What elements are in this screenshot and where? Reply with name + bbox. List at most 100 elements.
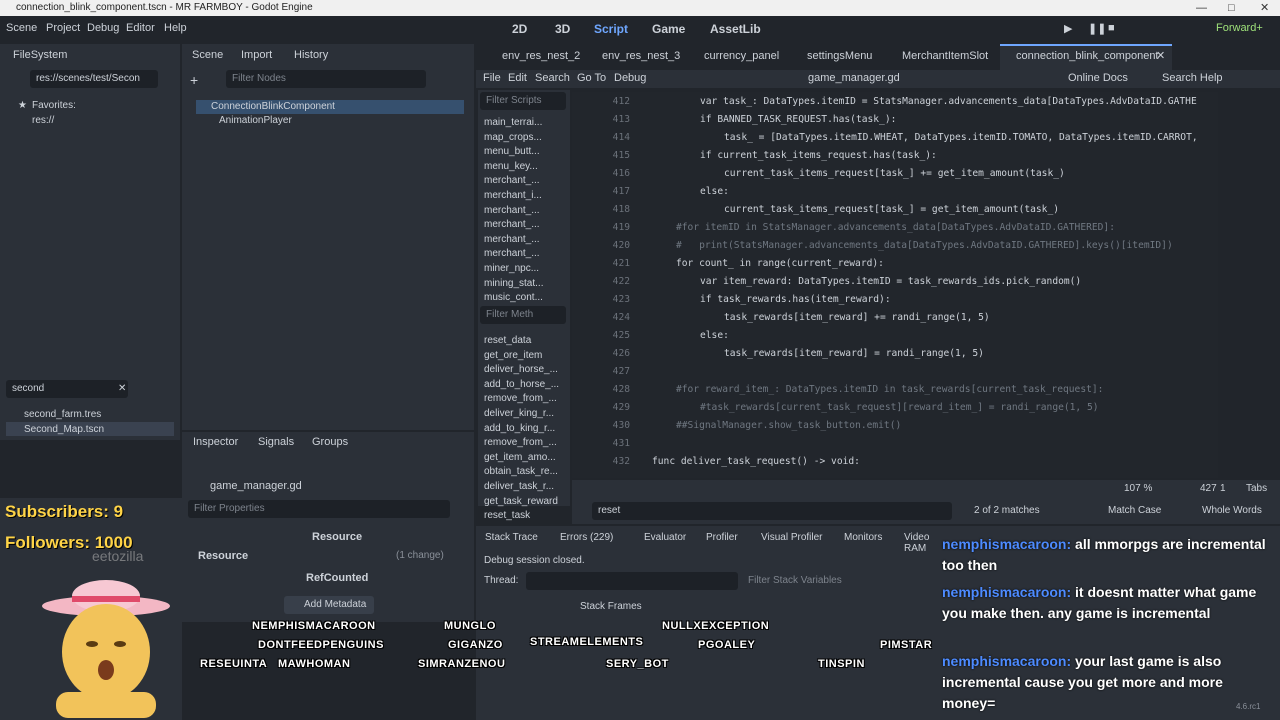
method-list-item[interactable]: reset_task xyxy=(484,510,562,521)
online-docs-link[interactable]: Online Docs xyxy=(1068,72,1128,84)
tab-errors[interactable]: Errors (229) xyxy=(560,532,613,543)
code-line[interactable]: for count_ in range(current_reward): xyxy=(676,258,884,269)
code-line[interactable]: #for reward_item_: DataTypes.itemID in t… xyxy=(676,384,1103,395)
zoom-level[interactable]: 107 % xyxy=(1124,483,1152,494)
script-tab-currency-panel[interactable]: currency_panel xyxy=(704,50,779,62)
menu-project[interactable]: Project xyxy=(46,22,80,34)
method-list-item[interactable]: remove_from_... xyxy=(484,437,562,448)
code-line[interactable]: func deliver_task_request() -> void: xyxy=(652,456,860,467)
tab-visual-profiler[interactable]: Visual Profiler xyxy=(761,532,823,543)
workspace-script[interactable]: Script xyxy=(594,22,628,36)
filter-properties-input[interactable]: Filter Properties xyxy=(188,500,450,518)
script-menu-debug[interactable]: Debug xyxy=(614,72,646,84)
script-list-item[interactable]: menu_key... xyxy=(484,161,556,172)
script-tab-env-res-nest-3[interactable]: env_res_nest_3 xyxy=(602,50,680,62)
code-line[interactable]: var item_reward: DataTypes.itemID = task… xyxy=(700,276,1081,287)
tab-history[interactable]: History xyxy=(294,49,328,61)
inspected-file[interactable]: game_manager.gd xyxy=(210,480,302,492)
menu-help[interactable]: Help xyxy=(164,22,187,34)
code-line[interactable]: ##SignalManager.show_task_button.emit() xyxy=(676,420,901,431)
close-tab-icon[interactable]: ✕ xyxy=(1156,49,1165,62)
workspace-3d[interactable]: 3D xyxy=(555,22,570,36)
method-list-item[interactable]: get_item_amo... xyxy=(484,452,562,463)
filter-methods-input[interactable]: Filter Meth xyxy=(480,306,566,324)
code-line[interactable]: task_ = [DataTypes.itemID.WHEAT, DataTyp… xyxy=(724,132,1198,143)
filter-nodes-input[interactable]: Filter Nodes xyxy=(226,70,426,88)
maximize-icon[interactable]: □ xyxy=(1228,0,1235,16)
method-list-item[interactable]: deliver_task_r... xyxy=(484,481,562,492)
res-folder[interactable]: res:// xyxy=(32,115,54,126)
code-line[interactable]: if BANNED_TASK_REQUEST.has(task_): xyxy=(700,114,896,125)
script-list-item[interactable]: merchant_i... xyxy=(484,190,556,201)
close-window-icon[interactable]: ✕ xyxy=(1260,0,1269,16)
code-line[interactable]: var task_: DataTypes.itemID = StatsManag… xyxy=(700,96,1197,107)
script-tab-settings-menu[interactable]: settingsMenu xyxy=(807,50,872,62)
tab-scene[interactable]: Scene xyxy=(192,49,223,61)
code-line[interactable]: #for itemID in StatsManager.advancements… xyxy=(676,222,1115,233)
file-item-second-map[interactable]: Second_Map.tscn xyxy=(24,424,104,435)
script-list-item[interactable]: merchant_... xyxy=(484,219,556,230)
script-tab-merchant-item-slot[interactable]: MerchantItemSlot xyxy=(902,50,988,62)
script-list-item[interactable]: map_crops... xyxy=(484,132,556,143)
node-connection-blink-component[interactable]: ConnectionBlinkComponent xyxy=(211,101,335,112)
method-list-item[interactable]: get_ore_item xyxy=(484,350,562,361)
method-list-item[interactable]: reset_data xyxy=(484,335,562,346)
workspace-assetlib[interactable]: AssetLib xyxy=(710,22,761,36)
pause-icon[interactable]: ❚❚ xyxy=(1088,22,1106,35)
code-line[interactable]: task_rewards[item_reward] = randi_range(… xyxy=(724,348,984,359)
find-input[interactable]: reset xyxy=(592,502,952,520)
tab-inspector[interactable]: Inspector xyxy=(193,436,238,448)
script-list-item[interactable]: merchant_... xyxy=(484,175,556,186)
match-case-toggle[interactable]: Match Case xyxy=(1108,505,1161,516)
resource-section[interactable]: Resource xyxy=(198,550,248,562)
whole-words-toggle[interactable]: Whole Words xyxy=(1202,505,1262,516)
workspace-game[interactable]: Game xyxy=(652,22,685,36)
code-line[interactable]: current_task_items_request[task_] += get… xyxy=(724,168,1065,179)
script-list-item[interactable]: merchant_... xyxy=(484,248,556,259)
script-list-item[interactable]: menu_butt... xyxy=(484,146,556,157)
script-list-item[interactable]: merchant_... xyxy=(484,234,556,245)
script-list-item[interactable]: mining_stat... xyxy=(484,278,556,289)
code-editor[interactable]: 412 var task_: DataTypes.itemID = StatsMa… xyxy=(572,92,1218,478)
stop-icon[interactable]: ■ xyxy=(1108,22,1115,34)
add-metadata-button[interactable]: Add Metadata xyxy=(284,596,374,614)
script-menu-edit[interactable]: Edit xyxy=(508,72,527,84)
tab-filesystem[interactable]: FileSystem xyxy=(13,49,67,61)
filter-scripts-input[interactable]: Filter Scripts xyxy=(480,92,566,110)
script-tab-connection-blink[interactable]: connection_blink_component xyxy=(1016,50,1159,62)
script-menu-search[interactable]: Search xyxy=(535,72,570,84)
tab-monitors[interactable]: Monitors xyxy=(844,532,882,543)
tab-profiler[interactable]: Profiler xyxy=(706,532,738,543)
script-menu-file[interactable]: File xyxy=(483,72,501,84)
tab-evaluator[interactable]: Evaluator xyxy=(644,532,686,543)
script-list-item[interactable]: miner_npc... xyxy=(484,263,556,274)
method-list-item[interactable]: add_to_king_r... xyxy=(484,423,562,434)
code-line[interactable]: else: xyxy=(700,330,729,341)
indent-mode[interactable]: Tabs xyxy=(1246,483,1267,494)
tab-stack-trace[interactable]: Stack Trace xyxy=(485,532,538,543)
code-line[interactable]: task_rewards[item_reward] += randi_range… xyxy=(724,312,990,323)
method-list-item[interactable]: deliver_king_r... xyxy=(484,408,562,419)
tab-groups[interactable]: Groups xyxy=(312,436,348,448)
script-tab-env-res-nest-2[interactable]: env_res_nest_2 xyxy=(502,50,580,62)
tab-import[interactable]: Import xyxy=(241,49,272,61)
workspace-2d[interactable]: 2D xyxy=(512,22,527,36)
script-list-item[interactable]: merchant_... xyxy=(484,205,556,216)
filter-stack-vars-input[interactable]: Filter Stack Variables xyxy=(748,575,842,586)
code-line[interactable]: # print(StatsManager.advancements_data[D… xyxy=(676,240,1173,251)
code-line[interactable]: current_task_items_request[task_] = get_… xyxy=(724,204,1059,215)
code-line[interactable]: else: xyxy=(700,186,729,197)
add-node-icon[interactable]: + xyxy=(190,72,198,88)
menu-debug[interactable]: Debug xyxy=(87,22,119,34)
script-list-item[interactable]: music_cont... xyxy=(484,292,556,303)
filesystem-search-input[interactable]: second xyxy=(6,380,128,398)
menu-scene[interactable]: Scene xyxy=(6,22,37,34)
play-icon[interactable]: ▶ xyxy=(1064,22,1072,35)
method-list-item[interactable]: obtain_task_re... xyxy=(484,466,562,477)
clear-search-icon[interactable]: ✕ xyxy=(118,383,126,394)
minimize-icon[interactable]: — xyxy=(1196,0,1207,16)
favorites-label[interactable]: Favorites: xyxy=(32,100,76,111)
method-list-item[interactable]: add_to_horse_... xyxy=(484,379,562,390)
code-line[interactable]: #task_rewards[current_task_request][rewa… xyxy=(700,402,1099,413)
tab-signals[interactable]: Signals xyxy=(258,436,294,448)
